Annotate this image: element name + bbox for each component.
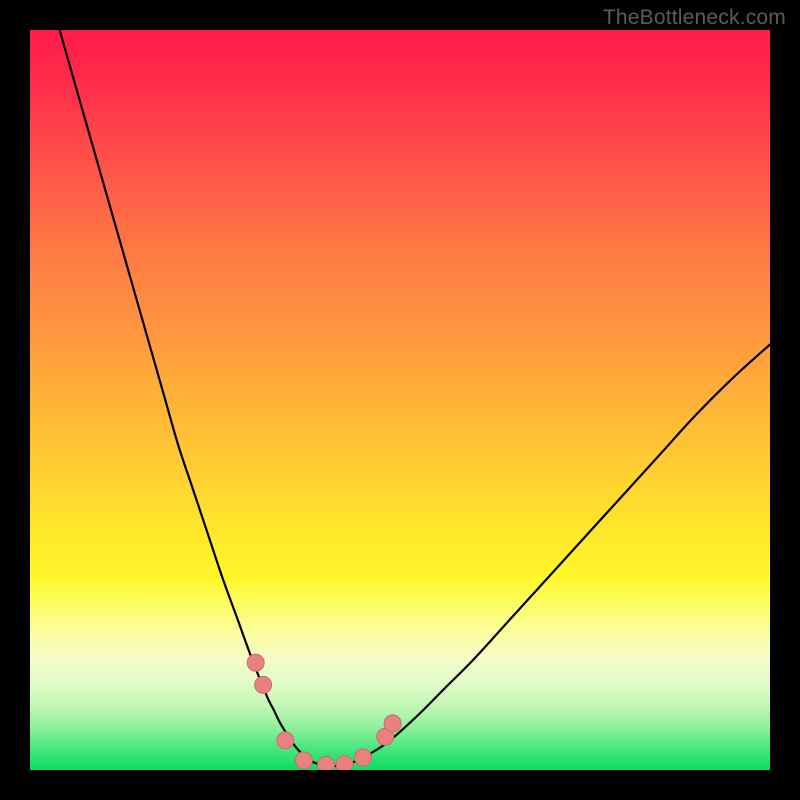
curve-marker (295, 752, 312, 769)
curve-marker (255, 676, 272, 693)
chart-frame: TheBottleneck.com (0, 0, 800, 800)
curve-marker (355, 749, 372, 766)
curve-marker (277, 732, 294, 749)
curve-markers (247, 654, 401, 770)
bottleneck-curve-svg (30, 30, 770, 770)
curve-marker (384, 715, 401, 732)
curve-marker (318, 756, 335, 770)
curve-marker (247, 654, 264, 671)
curve-marker (336, 756, 353, 770)
watermark-text: TheBottleneck.com (603, 6, 786, 30)
bottleneck-curve (60, 30, 770, 766)
plot-area (30, 30, 770, 770)
